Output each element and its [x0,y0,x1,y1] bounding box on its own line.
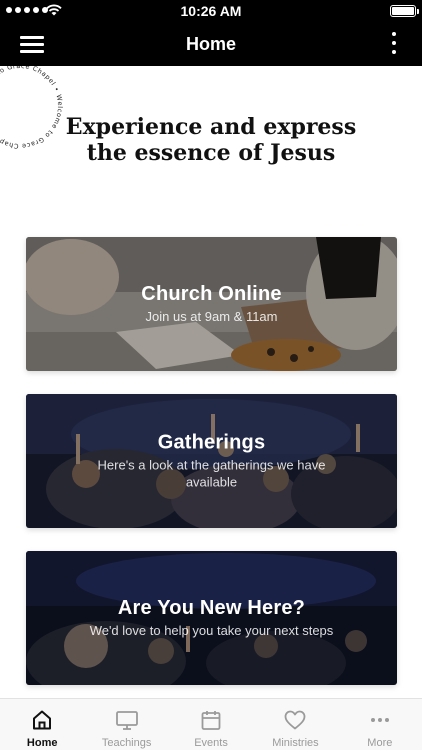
nav-bar: Home [0,22,422,66]
church-online-card[interactable]: Church Online Join us at 9am & 11am [26,237,397,371]
card-subtitle: Join us at 9am & 11am [145,309,278,324]
card-title: Gatherings [157,431,266,454]
tab-events[interactable]: Events [169,699,253,750]
tab-label: Ministries [272,737,319,749]
hero-line-2: the essence of Jesus [86,140,336,166]
card-subtitle: Here's a look at the gatherings we have … [97,457,326,490]
tab-label: More [367,737,393,749]
tab-label: Events [194,737,228,749]
card-title: Are You New Here? [117,597,306,619]
card-title: Church Online [141,283,282,305]
card-text: Church Online Join us at 9am & 11am [26,283,397,325]
tab-label: Home [26,737,58,749]
tab-label: Teachings [101,737,152,749]
tab-ministries[interactable]: Ministries [253,699,337,750]
hero-heading: Experience and express the essence of Je… [0,114,422,166]
tab-bar: Home Teachings Events Ministries More [0,698,422,750]
tab-teachings[interactable]: Teachings [84,699,168,750]
card-text: Are You New Here? We'd love to help you … [26,597,397,639]
tv-icon [115,711,138,730]
more-options-icon[interactable] [390,32,398,56]
gatherings-card[interactable]: Gatherings Here's a look at the gatherin… [26,394,397,528]
page-title: Home [185,34,236,54]
more-dots-icon [370,718,389,722]
card-subtitle: We'd love to help you take your next ste… [89,623,334,638]
home-content[interactable]: Welcome to Grace Chapel • Welcome to Gra… [0,66,422,698]
calendar-icon [201,711,221,730]
battery-icon [390,5,419,17]
new-here-card[interactable]: Are You New Here? We'd love to help you … [26,551,397,685]
tab-more[interactable]: More [338,699,422,750]
heart-icon [285,710,306,730]
hero-line-1: Experience and express [65,114,357,140]
status-bar: 10:26 AM [0,0,422,22]
card-text: Gatherings Here's a look at the gatherin… [26,432,397,491]
home-icon [33,710,52,730]
tab-home[interactable]: Home [0,699,84,750]
status-time: 10:26 AM [180,3,242,19]
